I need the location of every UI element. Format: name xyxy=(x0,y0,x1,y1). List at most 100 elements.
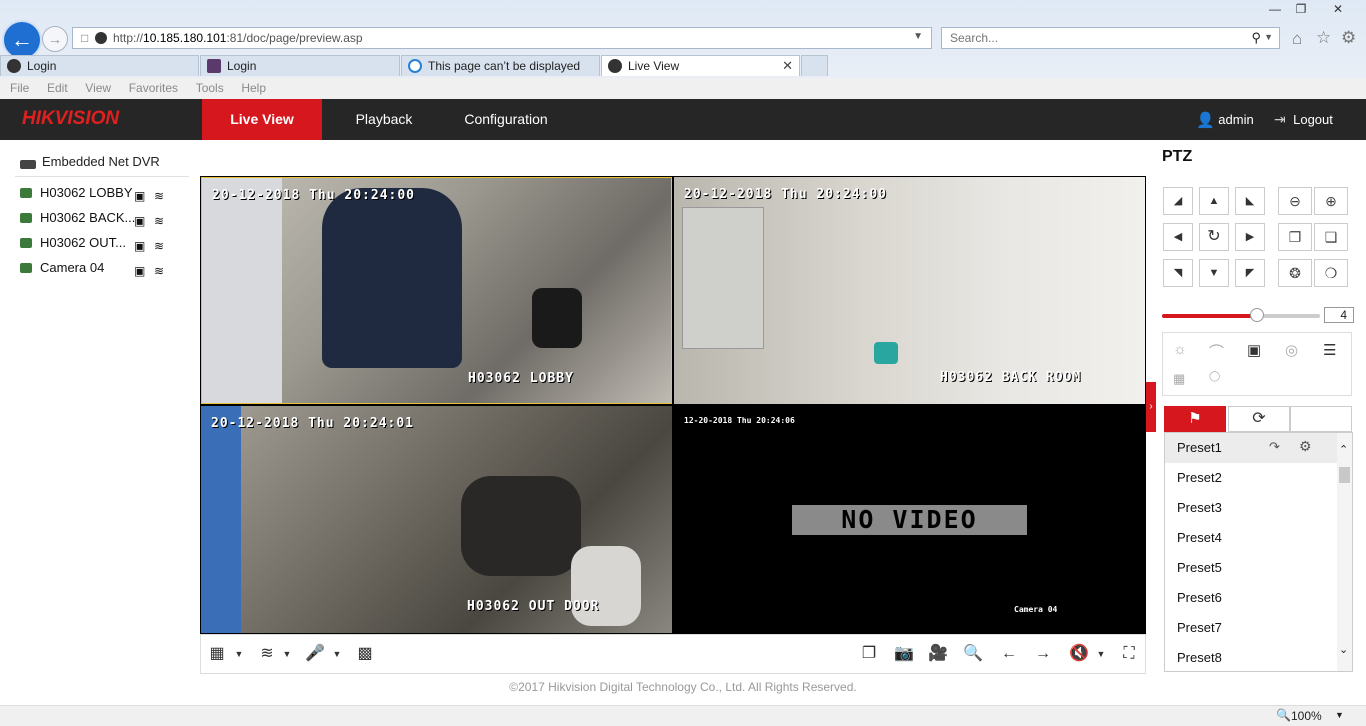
logout-icon[interactable]: ⇥ xyxy=(1274,111,1286,128)
menu-favorites[interactable]: Favorites xyxy=(129,78,178,99)
stream-icon[interactable]: ≋ xyxy=(154,211,164,231)
iris-open-icon[interactable]: ❂ xyxy=(1278,259,1312,287)
tab-error[interactable]: This page can’t be displayed xyxy=(401,55,600,76)
preset-item[interactable]: Preset7 xyxy=(1177,620,1222,635)
camera-item-back-room[interactable]: H03062 BACK... ▣ ≋ xyxy=(20,208,190,228)
home-icon[interactable]: ⌂ xyxy=(1292,29,1302,49)
ptz-down-left-button[interactable]: ◥ xyxy=(1163,259,1193,287)
minimize-button[interactable]: — xyxy=(1262,0,1288,18)
preset-item[interactable]: Preset5 xyxy=(1177,560,1222,575)
chevron-down-icon[interactable]: ▼ xyxy=(327,644,347,664)
ptz-down-right-button[interactable]: ◤ xyxy=(1235,259,1265,287)
forward-button[interactable]: → xyxy=(42,26,68,52)
device-root[interactable]: Embedded Net DVR xyxy=(20,155,190,175)
video-tile-lobby[interactable]: 20-12-2018 Thu 20:24:00 H03062 LOBBY xyxy=(201,177,672,404)
chevron-down-icon[interactable]: ▼ xyxy=(229,644,249,664)
fullscreen-icon[interactable]: ⛶ xyxy=(1119,644,1139,664)
wiper-icon[interactable]: ⌒ xyxy=(1209,341,1224,362)
menu-icon[interactable]: ☰ xyxy=(1323,341,1336,359)
menu-edit[interactable]: Edit xyxy=(47,78,68,99)
search-icon[interactable]: ⚲ xyxy=(1251,30,1261,46)
scrollbar[interactable]: ⌃ ⌄ xyxy=(1337,433,1352,671)
ptz-up-right-button[interactable]: ◣ xyxy=(1235,187,1265,215)
video-tile-out-door[interactable]: 20-12-2018 Thu 20:24:01 H03062 OUT DOOR xyxy=(201,406,672,633)
menu-file[interactable]: File xyxy=(10,78,29,99)
close-window-button[interactable]: ✕ xyxy=(1316,0,1360,18)
next-page-icon[interactable]: → xyxy=(1033,644,1053,664)
slider-handle[interactable] xyxy=(1249,308,1264,322)
stream-icon[interactable]: ≋ xyxy=(154,236,164,256)
ptz-speed-value[interactable]: 4 xyxy=(1324,307,1354,323)
logout-link[interactable]: Logout xyxy=(1292,99,1334,140)
menu-help[interactable]: Help xyxy=(241,78,266,99)
3d-zoom-icon[interactable]: ◯ xyxy=(1209,371,1220,382)
microphone-icon[interactable]: 🎤 xyxy=(305,644,325,664)
tab-patrol[interactable]: ⟳ xyxy=(1228,406,1290,432)
focus-near-icon[interactable]: ❐ xyxy=(1278,223,1312,251)
scroll-up-icon[interactable]: ⌃ xyxy=(1339,443,1348,456)
menu-tools[interactable]: Tools xyxy=(196,78,224,99)
video-tile-back-room[interactable]: 20-12-2018 Thu 20:24:00 H03062 BACK ROOM xyxy=(674,177,1145,404)
preset-item[interactable]: Preset2 xyxy=(1177,470,1222,485)
zoom-level[interactable]: 100% xyxy=(1291,709,1322,723)
nav-configuration[interactable]: Configuration xyxy=(452,99,560,140)
preset-item[interactable]: Preset1 xyxy=(1177,440,1222,455)
search-box[interactable]: ⚲ ▼ xyxy=(941,27,1280,49)
previous-page-icon[interactable]: ← xyxy=(999,644,1019,664)
record-icon[interactable]: ▣ xyxy=(134,261,145,281)
tab-login-2[interactable]: Login xyxy=(200,55,400,76)
capture-icon[interactable]: 📷 xyxy=(894,644,914,664)
tab-pattern[interactable] xyxy=(1290,406,1352,432)
video-wall-icon[interactable]: ▩ xyxy=(355,644,375,664)
zoom-in-icon[interactable]: ⊕ xyxy=(1314,187,1348,215)
camera-item-out-door[interactable]: H03062 OUT... ▣ ≋ xyxy=(20,233,190,253)
record-all-icon[interactable]: 🎥 xyxy=(928,644,948,664)
preset-item[interactable]: Preset6 xyxy=(1177,590,1222,605)
close-tab-icon[interactable]: ✕ xyxy=(782,56,793,76)
chevron-down-icon[interactable]: ▼ xyxy=(277,644,297,664)
stream-icon[interactable]: ≋ xyxy=(154,261,164,281)
camera-item-lobby[interactable]: H03062 LOBBY ▣ ≋ xyxy=(20,183,190,203)
ptz-speed-slider[interactable] xyxy=(1162,308,1320,322)
settings-gear-icon[interactable]: ⚙ xyxy=(1341,28,1356,48)
scroll-down-icon[interactable]: ⌄ xyxy=(1339,643,1348,656)
chevron-down-icon[interactable]: ▼ xyxy=(1335,710,1344,720)
video-tile-camera-04[interactable]: 12-20-2018 Thu 20:24:06 NO VIDEO Camera … xyxy=(674,406,1145,633)
call-preset-icon[interactable]: ↷ xyxy=(1269,439,1280,455)
dropdown-icon[interactable]: ▼ xyxy=(913,31,923,42)
nav-playback[interactable]: Playback xyxy=(334,99,434,140)
new-tab-button[interactable] xyxy=(801,55,828,76)
camera-item-04[interactable]: Camera 04 ▣ ≋ xyxy=(20,258,190,278)
back-button[interactable]: ← xyxy=(2,20,42,60)
lens-init-icon[interactable]: ◎ xyxy=(1285,341,1298,359)
ptz-left-button[interactable]: ◀ xyxy=(1163,223,1193,251)
tab-live-view[interactable]: Live View ✕ xyxy=(601,55,800,76)
focus-far-icon[interactable]: ❏ xyxy=(1314,223,1348,251)
record-icon[interactable]: ▣ xyxy=(134,211,145,231)
ptz-up-left-button[interactable]: ◢ xyxy=(1163,187,1193,215)
nav-live-view[interactable]: Live View xyxy=(202,99,322,140)
ptz-down-button[interactable]: ▼ xyxy=(1199,259,1229,287)
chevron-down-icon[interactable]: ▼ xyxy=(1091,644,1111,664)
one-touch-focus-icon[interactable]: ▣ xyxy=(1247,341,1261,359)
stream-icon[interactable]: ≋ xyxy=(154,186,164,206)
stream-type-icon[interactable]: ≋ xyxy=(257,644,277,664)
ptz-up-button[interactable]: ▲ xyxy=(1199,187,1229,215)
manual-track-icon[interactable]: ▦ xyxy=(1173,371,1185,387)
video-grid[interactable]: 20-12-2018 Thu 20:24:00 H03062 LOBBY 20-… xyxy=(200,176,1146,634)
tab-login-1[interactable]: Login xyxy=(0,55,199,76)
address-bar[interactable]: □ http://10.185.180.101:81/doc/page/prev… xyxy=(72,27,932,49)
search-dropdown-icon[interactable]: ▼ xyxy=(1264,32,1273,42)
maximize-button[interactable]: ❐ xyxy=(1288,0,1314,18)
stop-all-icon[interactable]: ❐ xyxy=(859,644,879,664)
scroll-thumb[interactable] xyxy=(1339,467,1350,483)
digital-zoom-icon[interactable]: 🔍 xyxy=(963,644,983,664)
tab-preset[interactable]: ⚑ xyxy=(1164,406,1226,432)
search-input[interactable] xyxy=(948,30,1232,46)
preset-item[interactable]: Preset4 xyxy=(1177,530,1222,545)
ptz-auto-scan-button[interactable]: ↻ xyxy=(1199,223,1229,251)
iris-close-icon[interactable]: ❍ xyxy=(1314,259,1348,287)
window-split-icon[interactable]: ▦ xyxy=(207,644,227,664)
collapse-panel-button[interactable]: › xyxy=(1146,382,1156,432)
preset-item[interactable]: Preset3 xyxy=(1177,500,1222,515)
